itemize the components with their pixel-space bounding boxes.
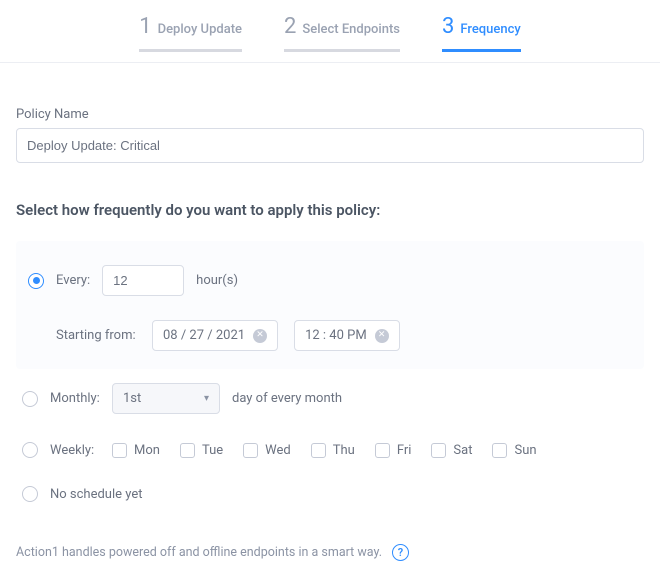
day-fri[interactable]: Fri [375, 443, 412, 458]
checkbox-mon[interactable] [112, 443, 127, 458]
starting-from-label: Starting from: [56, 328, 136, 343]
day-sat[interactable]: Sat [431, 443, 472, 458]
start-time-input[interactable]: 12 : 40 PM ✕ [294, 320, 400, 351]
day-tue[interactable]: Tue [180, 443, 223, 458]
monthly-day-value: 1st [123, 391, 141, 406]
step-deploy-update[interactable]: 1 Deploy Update [139, 14, 242, 52]
radio-every[interactable] [28, 273, 44, 289]
day-label: Thu [333, 443, 355, 458]
footnote: Action1 handles powered off and offline … [16, 544, 644, 561]
footnote-text: Action1 handles powered off and offline … [16, 545, 382, 560]
monthly-day-select[interactable]: 1st ▾ [112, 383, 220, 414]
step-label: Deploy Update [158, 22, 242, 37]
start-date-value: 08 / 27 / 2021 [163, 328, 245, 343]
chevron-down-icon: ▾ [204, 393, 209, 404]
weekly-label: Weekly: [50, 443, 100, 458]
policy-name-label: Policy Name [16, 107, 644, 122]
day-mon[interactable]: Mon [112, 443, 160, 458]
frequency-heading: Select how frequently do you want to app… [16, 201, 644, 219]
content-area: Policy Name Select how frequently do you… [0, 63, 660, 587]
option-no-schedule-row: No schedule yet [16, 472, 644, 516]
checkbox-thu[interactable] [311, 443, 326, 458]
start-date-input[interactable]: 08 / 27 / 2021 ✕ [152, 320, 278, 351]
wizard-stepper: 1 Deploy Update 2 Select Endpoints 3 Fre… [0, 0, 660, 58]
step-number: 3 [442, 14, 454, 39]
clear-time-icon[interactable]: ✕ [375, 329, 389, 343]
radio-no-schedule[interactable] [22, 486, 38, 502]
day-label: Sun [514, 443, 536, 458]
help-icon[interactable]: ? [392, 544, 409, 561]
policy-name-input[interactable] [16, 128, 644, 163]
checkbox-wed[interactable] [243, 443, 258, 458]
step-label: Frequency [460, 22, 520, 37]
every-label: Every: [56, 273, 90, 288]
start-time-value: 12 : 40 PM [305, 328, 367, 343]
every-value-input[interactable] [102, 265, 184, 296]
clear-date-icon[interactable]: ✕ [253, 329, 267, 343]
monthly-label: Monthly: [50, 391, 100, 406]
option-weekly-row: Weekly: Mon Tue Wed Thu Fri [16, 428, 644, 472]
day-label: Mon [134, 443, 160, 458]
step-frequency[interactable]: 3 Frequency [442, 14, 521, 52]
every-unit: hour(s) [196, 273, 238, 288]
day-label: Fri [397, 443, 412, 458]
step-label: Select Endpoints [302, 22, 400, 37]
weekly-days: Mon Tue Wed Thu Fri Sat [112, 443, 537, 458]
checkbox-fri[interactable] [375, 443, 390, 458]
day-label: Wed [265, 443, 291, 458]
day-label: Sat [453, 443, 472, 458]
step-number: 2 [284, 14, 296, 39]
option-monthly-row: Monthly: 1st ▾ day of every month [16, 369, 644, 428]
option-every-panel: Every: hour(s) Starting from: 08 / 27 / … [16, 241, 644, 369]
day-thu[interactable]: Thu [311, 443, 355, 458]
monthly-suffix: day of every month [232, 391, 342, 406]
option-every-row: Every: hour(s) [22, 251, 638, 310]
day-label: Tue [202, 443, 223, 458]
step-number: 1 [139, 14, 151, 39]
day-wed[interactable]: Wed [243, 443, 291, 458]
starting-from-row: Starting from: 08 / 27 / 2021 ✕ 12 : 40 … [22, 310, 638, 355]
step-select-endpoints[interactable]: 2 Select Endpoints [284, 14, 400, 52]
checkbox-sun[interactable] [492, 443, 507, 458]
radio-monthly[interactable] [22, 391, 38, 407]
checkbox-sat[interactable] [431, 443, 446, 458]
day-sun[interactable]: Sun [492, 443, 536, 458]
radio-weekly[interactable] [22, 442, 38, 458]
checkbox-tue[interactable] [180, 443, 195, 458]
no-schedule-label: No schedule yet [50, 487, 142, 502]
